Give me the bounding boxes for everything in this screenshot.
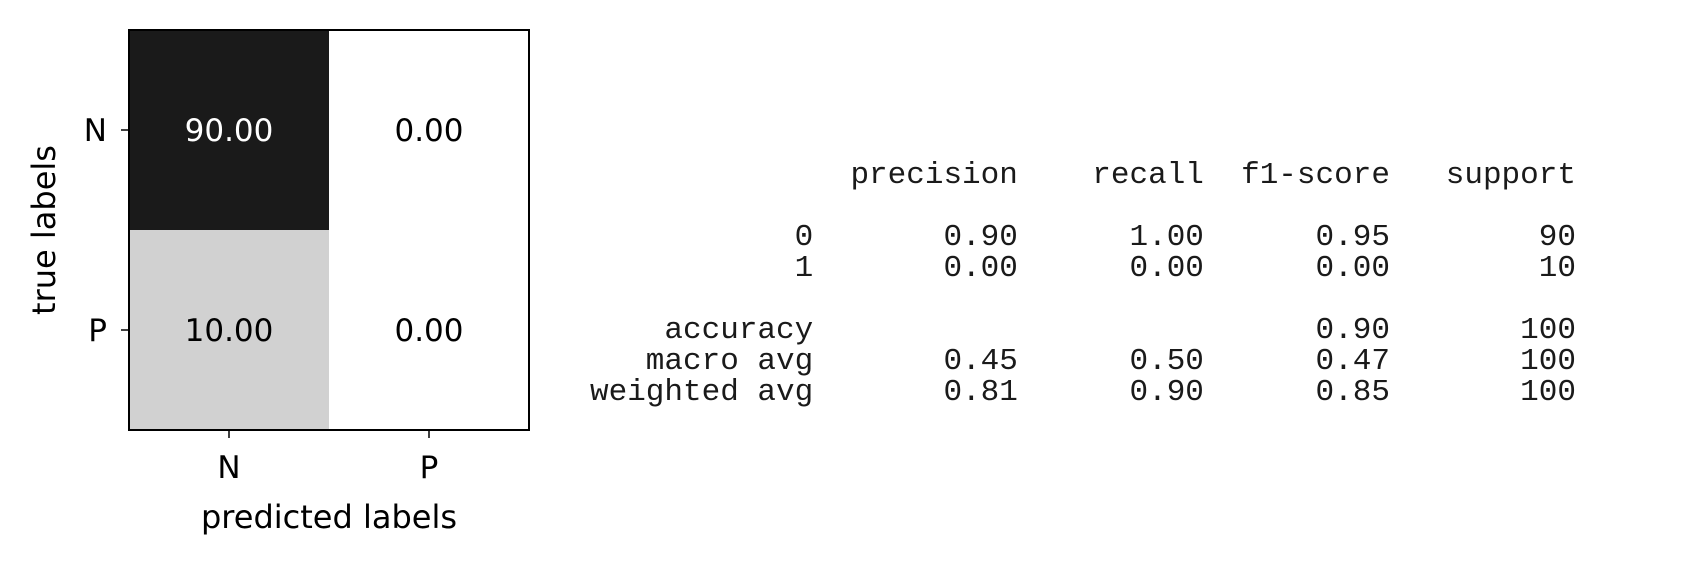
cell-value-label: 90.00 — [185, 113, 274, 149]
report-line: precision recall f1-score support — [590, 158, 1576, 193]
report-line: accuracy 0.90 100 — [590, 313, 1576, 348]
report-blank-line — [590, 191, 1576, 222]
classification-report: precision recall f1-score support 0 0.90… — [590, 160, 1576, 408]
report-line: 0 0.90 1.00 0.95 90 — [590, 220, 1576, 255]
x-axis-ticks: NP — [217, 430, 438, 486]
report-blank-line — [590, 284, 1576, 315]
report-line: 1 0.00 0.00 0.00 10 — [590, 251, 1576, 286]
y-axis-label: true labels — [25, 145, 63, 315]
y-tick-label: N — [84, 113, 107, 149]
report-line: macro avg 0.45 0.50 0.47 100 — [590, 344, 1576, 379]
cell-value-label: 10.00 — [185, 313, 274, 349]
x-tick-label: P — [420, 450, 439, 486]
cell-value-label: 0.00 — [394, 313, 463, 349]
y-axis-ticks: NP — [84, 113, 129, 349]
x-tick-label: N — [217, 450, 240, 486]
x-axis-label: predicted labels — [201, 498, 457, 536]
y-tick-label: P — [88, 313, 107, 349]
cell-value-label: 0.00 — [394, 113, 463, 149]
report-line: weighted avg 0.81 0.90 0.85 100 — [590, 375, 1576, 410]
heatmap-cells: 90.00 0.00 10.00 0.00 — [129, 30, 529, 430]
